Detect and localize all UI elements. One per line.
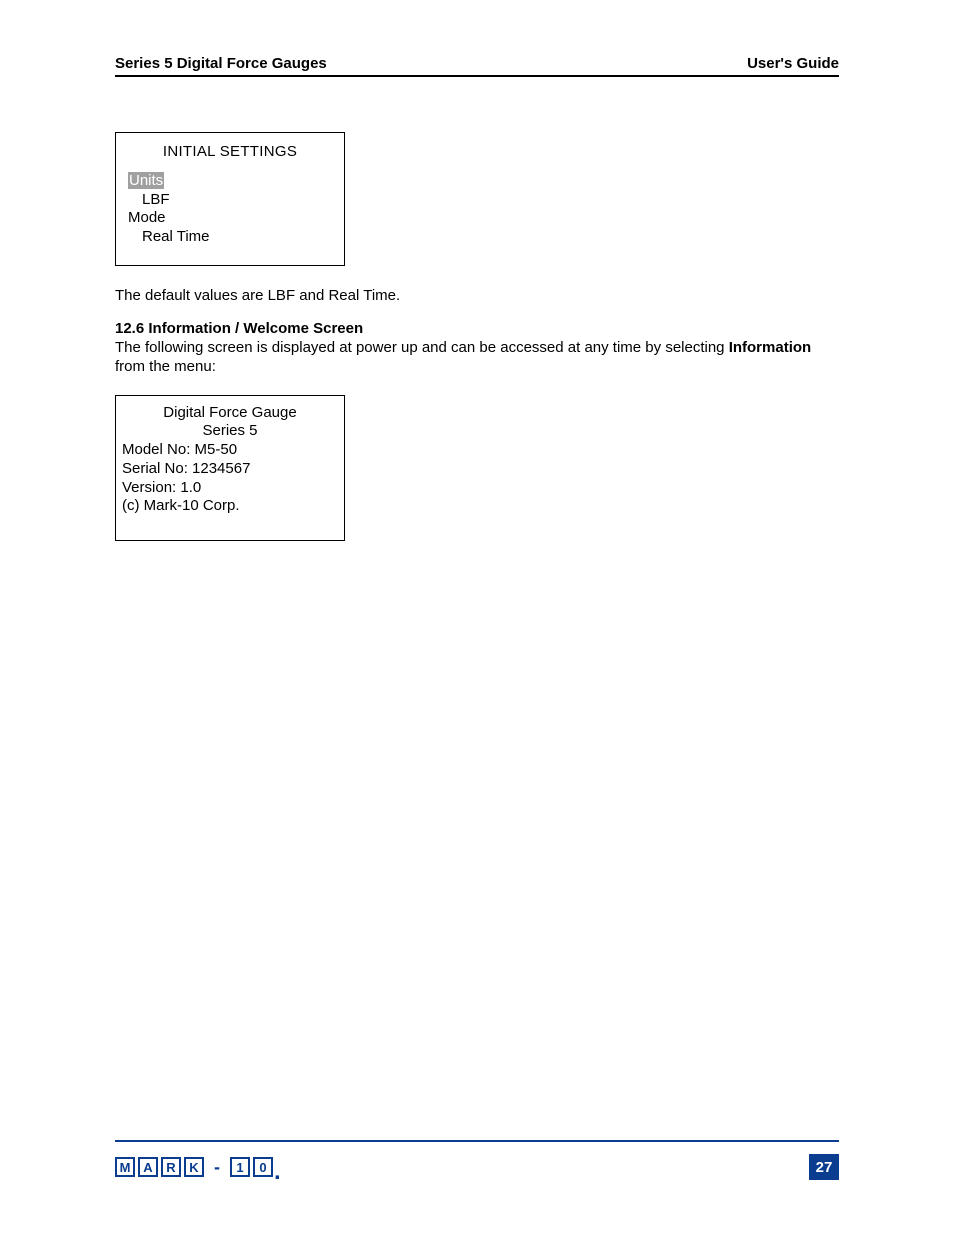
logo-letter: K	[184, 1157, 204, 1177]
logo-letter: 0	[253, 1157, 273, 1177]
header-left: Series 5 Digital Force Gauges	[115, 55, 327, 72]
info-bold: Information	[729, 339, 812, 356]
units-value: LBF	[128, 191, 332, 210]
info-text-1: The following screen is displayed at pow…	[115, 339, 729, 356]
screen-title: INITIAL SETTINGS	[128, 143, 332, 162]
mark-10-logo: M A R K - 1 0 .	[115, 1157, 281, 1177]
section-12-6: 12.6 Information / Welcome Screen The fo…	[115, 319, 839, 377]
initial-settings-screen: INITIAL SETTINGS Units LBF Mode Real Tim…	[115, 132, 345, 266]
page-body: INITIAL SETTINGS Units LBF Mode Real Tim…	[115, 77, 839, 541]
info-copyright: (c) Mark-10 Corp.	[122, 497, 338, 516]
page-header: Series 5 Digital Force Gauges User's Gui…	[115, 55, 839, 77]
header-right: User's Guide	[747, 55, 839, 72]
logo-letter: R	[161, 1157, 181, 1177]
info-model: Model No: M5-50	[122, 441, 338, 460]
info-title: Digital Force Gauge	[122, 404, 338, 423]
info-version: Version: 1.0	[122, 479, 338, 498]
page-footer: M A R K - 1 0 . 27	[115, 1140, 839, 1180]
page-number: 27	[809, 1154, 839, 1180]
info-text-2: from the menu:	[115, 358, 216, 375]
info-serial: Serial No: 1234567	[122, 460, 338, 479]
units-label: Units	[128, 172, 164, 189]
footer-row: M A R K - 1 0 . 27	[115, 1154, 839, 1180]
logo-period: .	[274, 1167, 281, 1177]
logo-letter: 1	[230, 1157, 250, 1177]
mode-label: Mode	[128, 209, 332, 228]
section-heading: 12.6 Information / Welcome Screen	[115, 320, 363, 337]
page: Series 5 Digital Force Gauges User's Gui…	[0, 0, 954, 1235]
units-row: Units	[128, 172, 332, 191]
logo-letter: M	[115, 1157, 135, 1177]
logo-letter: A	[138, 1157, 158, 1177]
info-screen: Digital Force Gauge Series 5 Model No: M…	[115, 395, 345, 542]
defaults-paragraph: The default values are LBF and Real Time…	[115, 286, 839, 305]
mode-value: Real Time	[128, 228, 332, 247]
footer-rule	[115, 1140, 839, 1142]
logo-dash: -	[207, 1157, 227, 1177]
info-series: Series 5	[122, 422, 338, 441]
